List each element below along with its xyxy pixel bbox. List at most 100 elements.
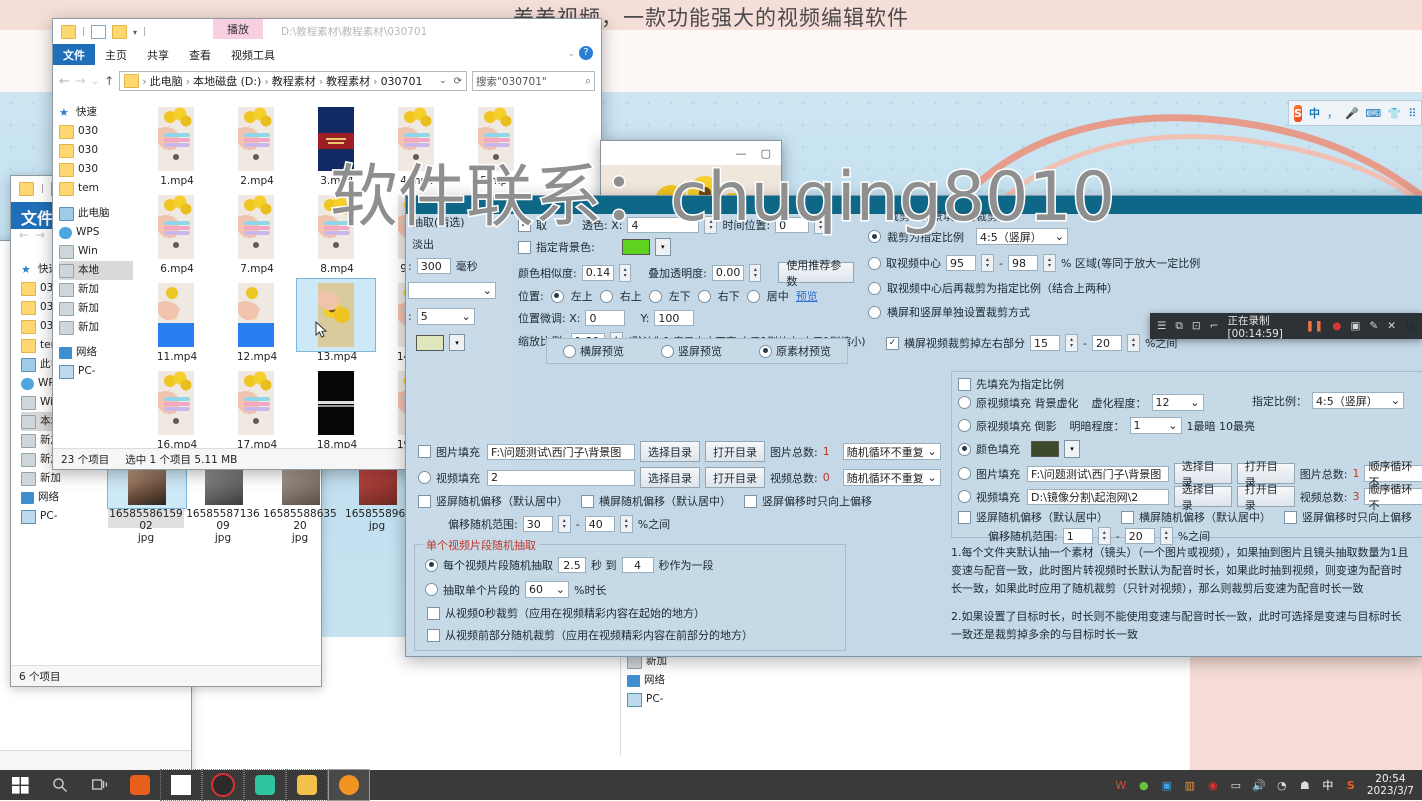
bg-color-checkbox[interactable] [518, 240, 531, 254]
camera-icon[interactable]: ▣ [1350, 320, 1360, 332]
h-crop-to-spinner[interactable]: ▴ ▾ [1126, 334, 1140, 352]
chevron-down-icon[interactable]: ▾ [654, 238, 671, 256]
chevron-down-icon[interactable]: ⌄ [439, 76, 447, 86]
windows-start-icon[interactable] [0, 770, 40, 800]
radio[interactable] [958, 419, 971, 432]
v-offset-checkbox[interactable] [958, 510, 971, 524]
sidebar-item-tem[interactable]: tem [59, 179, 133, 198]
shape-icon[interactable]: ⌐ [1210, 320, 1219, 332]
nav-up-button[interactable]: ↑ [104, 74, 114, 88]
system-tray[interactable]: W ● ▣ ▥ ◉ ▭ 🔊 ◔ ☗ 中 S 20:54 2023/3/7 [1114, 773, 1422, 797]
file-item[interactable]: 11.mp4 [137, 279, 217, 363]
ribbon-tab-home[interactable]: 主页 [95, 44, 137, 65]
center-to-spinner[interactable]: ▴ ▾ [1042, 254, 1056, 272]
fill-option-reflection[interactable]: 原视频填充 倒影 明暗程度： 1 ⌄ 1最暗 10最亮 [958, 417, 1255, 434]
file-item[interactable]: 17.mp4 [217, 367, 297, 449]
file-item[interactable]: 18.mp4 [297, 367, 377, 449]
center-to-input[interactable]: 98 [1007, 255, 1038, 271]
chart-tray-icon[interactable]: ▥ [1183, 778, 1197, 792]
opt1-from-input[interactable]: 2.5 [558, 557, 586, 573]
up-only-checkbox[interactable] [1284, 510, 1297, 524]
explorer-nav-fragment[interactable]: 新加 网络 PC- [620, 645, 781, 756]
video-loop-select[interactable]: 随机循环不重复 ⌄ [842, 469, 941, 486]
offset-from-input[interactable]: 1 [1062, 528, 1093, 544]
h-crop-from-spinner[interactable]: ▴ ▾ [1065, 334, 1078, 352]
fill-option-color[interactable]: 颜色填充 ▾ [958, 440, 1080, 458]
h-crop-row[interactable]: ✓ 横屏视频裁剪掉左右部分 15 ▴ ▾ - 20 ▴ ▾ %之间 [886, 334, 1177, 352]
fill-option-video[interactable]: 视频填充 D:\镜像分割\起泡网\2 选择目录 打开目录 视频总数: 3 顺序循… [958, 483, 1422, 512]
wps-tray-icon[interactable]: W [1114, 778, 1128, 792]
position-radio-center[interactable] [746, 289, 760, 303]
ribbon-tab-share[interactable]: 共享 [137, 44, 179, 65]
quick-access-toolbar[interactable]: | ▾ | [61, 25, 146, 39]
image-loop-select[interactable]: 随机循环不重复 ⌄ [842, 443, 941, 460]
taskbar-left[interactable] [0, 769, 370, 801]
ribbon-tabs[interactable]: 文件 主页 共享 查看 视频工具 ⌄ ? [53, 44, 601, 66]
position-row[interactable]: 位置: 左上 右上 左下 右下 居中 预览 [518, 288, 818, 304]
explorer-app-icon[interactable] [286, 769, 328, 801]
video-choose-dir-button[interactable]: 选择目录 [1173, 483, 1232, 512]
offset-range-row[interactable]: 偏移随机范围: 1 ▴ ▾ - 20 ▴ ▾ %之间 [988, 527, 1210, 545]
file-item[interactable]: 13.mp4 [296, 278, 377, 363]
breadcrumb-item-2[interactable]: 教程素材 [272, 73, 316, 89]
opacity-spinner[interactable]: ▴ ▾ [749, 263, 762, 282]
h-offset-checkbox[interactable] [1121, 510, 1134, 524]
search-icon[interactable] [40, 770, 80, 800]
fill-group[interactable]: 先填充为指定比例 指定比例： 4:5（竖屏） ⌄ 原视频填充 背景虚化 虚化程度：… [951, 371, 1422, 545]
image-loop-select[interactable]: 顺序循环不 [1364, 460, 1422, 489]
video-loop-select[interactable]: 顺序循环不 [1364, 483, 1422, 512]
ribbon-tab-view[interactable]: 查看 [179, 44, 221, 65]
breadcrumb-item-3[interactable]: 教程素材 [326, 73, 370, 89]
fill-group-2[interactable]: 图片填充 F:\问题测试\西门子\背景图 选择目录 打开目录 图片总数: 1 随… [412, 441, 947, 551]
mouse-tray-icon[interactable]: ☗ [1298, 778, 1312, 792]
video-path-input[interactable]: 2 [487, 469, 635, 486]
radio[interactable] [418, 445, 431, 458]
sogou-icon[interactable]: S [1294, 104, 1302, 122]
random-option-1[interactable]: 每个视频片段随机抽取 2.5 秒 到 4 秒作为一段 [425, 557, 714, 573]
image-choose-dir-button[interactable]: 选择目录 [640, 441, 700, 462]
file-item[interactable]: 2.mp4 [217, 103, 297, 187]
help-icon[interactable]: ? [579, 46, 593, 60]
fill-color-swatch[interactable] [1031, 441, 1059, 457]
radio[interactable] [759, 344, 772, 358]
list-item[interactable]: 1658558615902 jpg [107, 461, 187, 544]
ime-mode-indicator[interactable]: 中 [1309, 106, 1320, 121]
fill2-offset-range-row[interactable]: 偏移随机范围: 30 ▴ ▾ - 40 ▴ ▾ %之间 [448, 515, 670, 533]
breadcrumb-item-1[interactable]: 本地磁盘 (D:) [193, 73, 261, 89]
player-app-icon[interactable] [328, 769, 370, 801]
crop-option-separate[interactable]: 横屏和竖屏单独设置裁剪方式 [868, 304, 1030, 320]
video-choose-dir-button[interactable]: 选择目录 [640, 467, 700, 488]
h-offset-checkbox[interactable] [581, 494, 594, 508]
file-item[interactable]: 12.mp4 [217, 279, 297, 363]
radio[interactable] [563, 344, 576, 358]
position-radio-topright[interactable] [599, 289, 613, 303]
similarity-spinner[interactable]: ▴ ▾ [619, 263, 632, 282]
offset-checkbox-row[interactable]: 竖屏随机偏移（默认居中） 横屏随机偏移（默认居中） 竖屏偏移时只向上偏移 [958, 509, 1412, 525]
nav-forward-button[interactable]: → [75, 74, 86, 89]
sidebar-item-win[interactable]: Win [59, 242, 133, 261]
color-swatch[interactable] [416, 334, 444, 351]
position-radio-topleft[interactable] [550, 289, 564, 303]
radio[interactable] [958, 490, 971, 503]
sidebar-item-this-pc[interactable]: 此电脑 [59, 204, 133, 223]
random-extract-group[interactable]: 单个视频片段随机抽取 每个视频片段随机抽取 2.5 秒 到 4 秒作为一段 抽取… [414, 537, 846, 651]
radio[interactable] [958, 396, 971, 409]
microphone-icon[interactable]: 🎤 [1345, 106, 1359, 121]
checkbox[interactable] [427, 606, 440, 620]
video-editor-window[interactable]: 抽取(精选) 淡出 : 300 毫秒 ⌄ : 5 ⌄ ▾ ✓ 取 透色: X: 4… [405, 195, 1422, 657]
volume-tray-icon[interactable]: 🔊 [1252, 778, 1266, 792]
random-chk-1[interactable]: 从视频0秒裁剪（应用在视频精彩内容在起始的地方） [427, 605, 705, 621]
checkbox[interactable] [427, 628, 440, 642]
radio[interactable] [661, 344, 674, 358]
bright-select[interactable]: 1 ⌄ [1129, 417, 1182, 434]
sidebar-item-quick-access[interactable]: ★ 快速 [59, 103, 133, 122]
cloud-tray-icon[interactable]: ● [1137, 778, 1151, 792]
h-crop-to-input[interactable]: 20 [1091, 335, 1122, 351]
file-item[interactable]: 6.mp4 [137, 191, 217, 275]
nav-item-13[interactable]: PC- [21, 507, 91, 526]
offset-from-spinner[interactable]: ▴ ▾ [557, 515, 571, 533]
titlebar[interactable]: | ▾ | 播放 D:\教程素材\教程素材\030701 [53, 19, 601, 44]
breadcrumb-item-0[interactable]: 此电脑 [150, 73, 183, 89]
offset-to-input[interactable]: 20 [1124, 528, 1155, 544]
nav-item-1[interactable]: 网络 [627, 671, 777, 690]
